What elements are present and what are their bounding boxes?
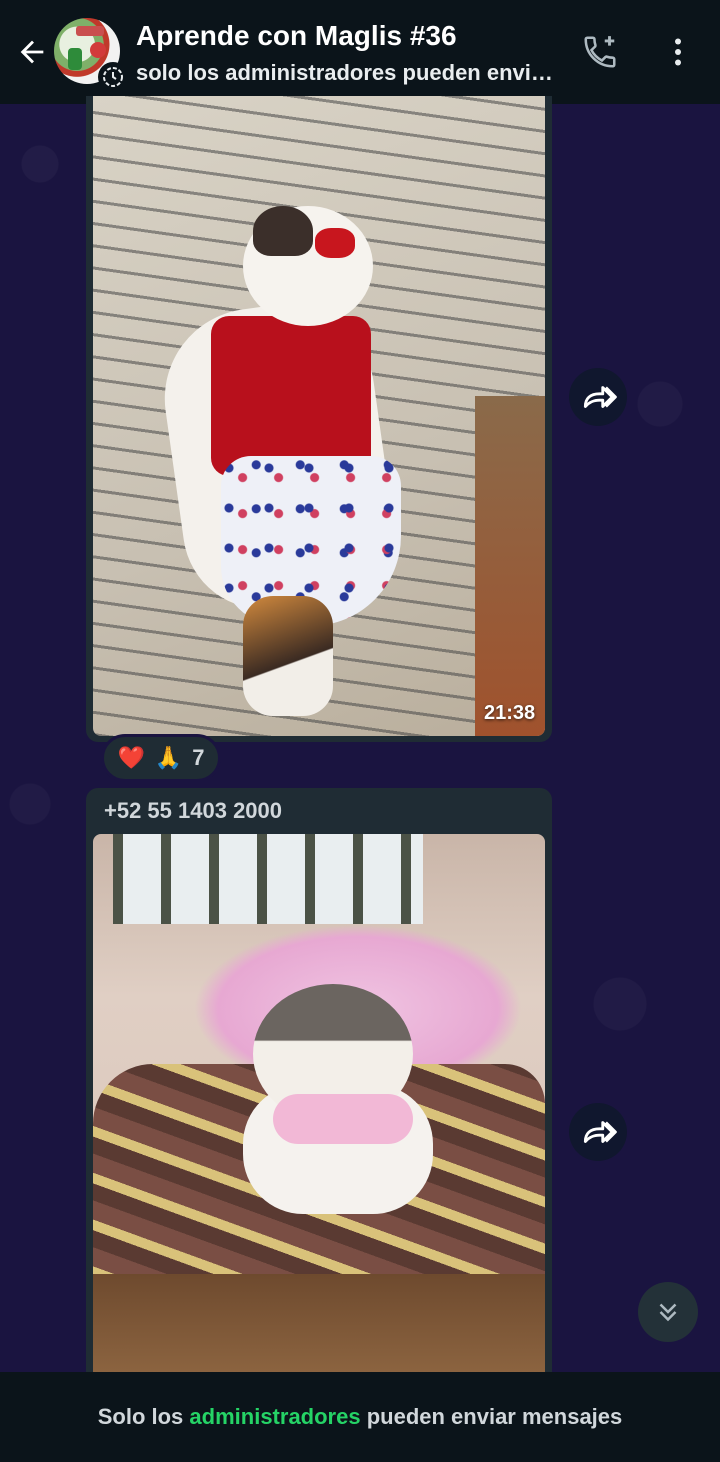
- chat-subtitle[interactable]: solo los administradores pueden envi…: [136, 60, 556, 86]
- reaction-count: 7: [192, 745, 205, 770]
- double-chevron-down-icon: [659, 1303, 677, 1322]
- message-time: 21:38: [484, 702, 536, 724]
- notice-suffix: pueden enviar mensajes: [360, 1404, 623, 1429]
- more-vertical-icon: [675, 38, 681, 66]
- heart-reaction: ❤️: [117, 745, 145, 770]
- admins-link[interactable]: administradores: [189, 1404, 360, 1430]
- add-call-button[interactable]: [578, 30, 622, 74]
- forward-icon: [583, 1121, 617, 1143]
- message-sender[interactable]: +52 55 1403 2000: [104, 798, 282, 824]
- chat-title[interactable]: Aprende con Maglis #36: [136, 20, 457, 52]
- forward-icon: [583, 386, 617, 408]
- message-photo[interactable]: [93, 96, 545, 736]
- forward-button[interactable]: [569, 1103, 627, 1161]
- scroll-to-bottom-button[interactable]: [638, 1282, 698, 1342]
- forward-button[interactable]: [569, 368, 627, 426]
- admin-only-notice: Solo los administradores pueden enviar m…: [0, 1372, 720, 1462]
- add-call-icon: [584, 36, 616, 68]
- back-button[interactable]: [12, 30, 52, 74]
- more-options-button[interactable]: [656, 30, 700, 74]
- notice-prefix: Solo los: [97, 1404, 190, 1429]
- chat-header: Aprende con Maglis #36 solo los administ…: [0, 0, 720, 104]
- arrow-left-icon: [20, 40, 44, 64]
- message-reactions[interactable]: ❤️ 🙏 7: [101, 734, 221, 782]
- community-badge-icon: [98, 62, 128, 92]
- message-photo[interactable]: [93, 834, 545, 1374]
- pray-reaction: 🙏: [154, 745, 183, 770]
